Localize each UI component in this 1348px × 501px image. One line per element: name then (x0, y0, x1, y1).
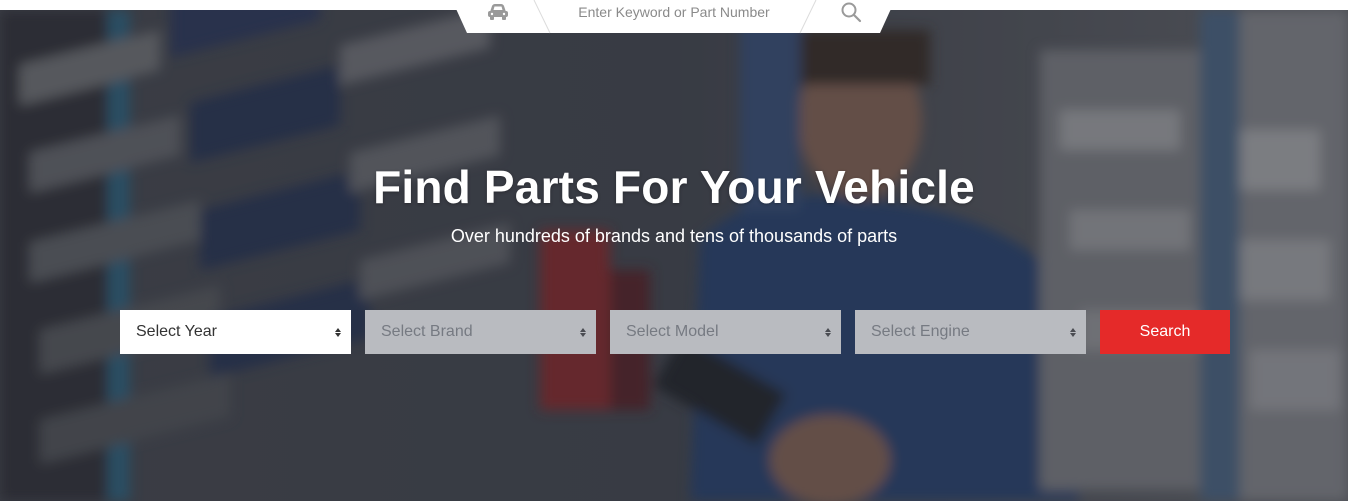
car-icon[interactable] (486, 2, 510, 22)
select-arrows-icon (825, 327, 831, 337)
magnifier-icon[interactable] (840, 1, 862, 23)
hero-banner: Find Parts For Your Vehicle Over hundred… (0, 10, 1348, 501)
select-brand-label: Select Brand (381, 323, 473, 340)
hero-overlay (0, 10, 1348, 501)
select-engine[interactable]: Select Engine (855, 310, 1086, 354)
select-arrows-icon (335, 327, 341, 337)
select-engine-label: Select Engine (871, 323, 970, 340)
hero-title: Find Parts For Your Vehicle (373, 161, 975, 213)
hero-subtitle: Over hundreds of brands and tens of thou… (450, 226, 898, 246)
select-model[interactable]: Select Model (610, 310, 841, 354)
select-arrows-icon (1070, 327, 1076, 337)
keyword-search-input[interactable] (548, 0, 800, 24)
select-brand[interactable]: Select Brand (365, 310, 596, 354)
select-model-label: Select Model (626, 323, 719, 340)
keyword-search-bar (452, 0, 895, 34)
select-year-label: Select Year (136, 323, 217, 340)
select-year[interactable]: Select Year (120, 310, 351, 354)
search-button[interactable]: Search (1100, 310, 1230, 354)
select-arrows-icon (580, 327, 586, 337)
